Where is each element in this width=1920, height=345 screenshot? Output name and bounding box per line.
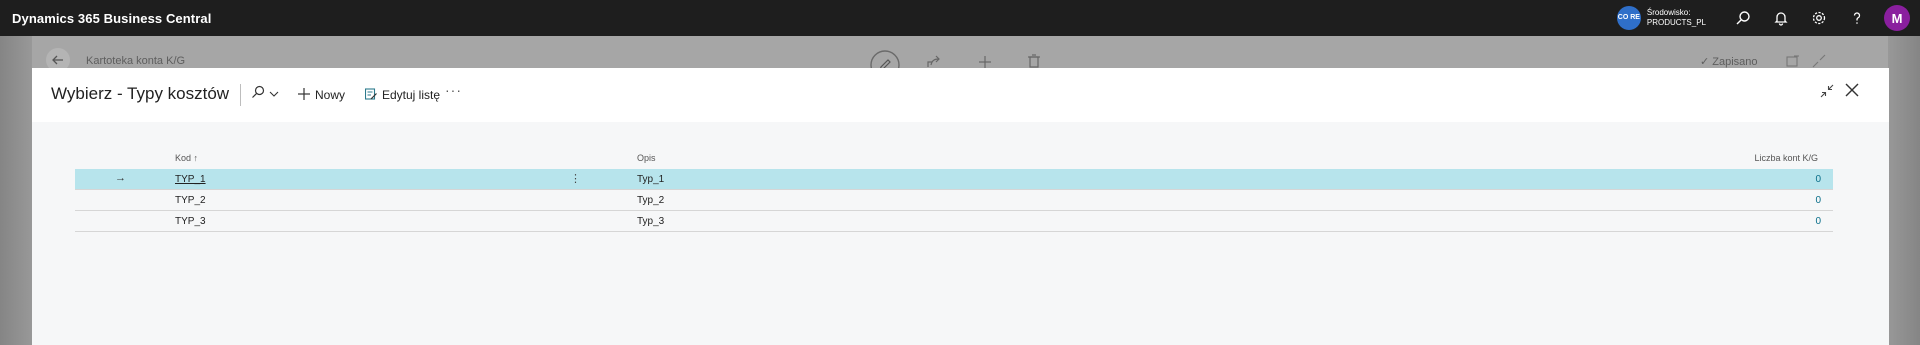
search-button[interactable]	[251, 83, 279, 105]
row-kod[interactable]: TYP_2	[175, 195, 206, 206]
row-opis: Typ_3	[637, 216, 665, 227]
saved-status: ✓ Zapisano	[1700, 55, 1758, 68]
dialog-header: Wybierz - Typy kosztów Nowy Edytuj listę…	[32, 68, 1889, 122]
environment-info[interactable]: Środowisko: PRODUCTS_PL	[1647, 8, 1706, 28]
user-avatar[interactable]: M	[1884, 5, 1910, 31]
environment-label: Środowisko:	[1646, 8, 1691, 17]
column-header-kod[interactable]: Kod ↑	[175, 153, 198, 163]
column-header-count[interactable]: Liczba kont K/G	[1754, 153, 1818, 163]
saved-status-label: Zapisano	[1712, 56, 1758, 68]
current-row-arrow-icon: →	[115, 172, 126, 184]
new-button-label: Nowy	[315, 88, 346, 102]
edit-list-icon	[364, 87, 377, 103]
dialog-title: Wybierz - Typy kosztów	[51, 84, 230, 103]
table-row[interactable]: → TYP_1 ⋮ Typ_1 0	[75, 169, 1833, 190]
row-count-link[interactable]: 0	[1815, 216, 1821, 227]
row-opis: Typ_2	[637, 195, 665, 206]
edit-list-button-label: Edytuj listę	[382, 88, 441, 102]
new-button[interactable]: Nowy	[298, 84, 345, 106]
environment-name: PRODUCTS_PL	[1646, 18, 1706, 27]
background-page-header	[32, 36, 1888, 68]
row-actions-icon[interactable]: ⋮	[570, 172, 581, 185]
search-icon	[251, 85, 265, 104]
lookup-dialog: Wybierz - Typy kosztów Nowy Edytuj listę…	[32, 68, 1889, 345]
column-header-opis[interactable]: Opis	[637, 153, 656, 163]
table-row[interactable]: TYP_3 Typ_3 0	[75, 211, 1833, 232]
search-icon[interactable]	[1724, 0, 1762, 36]
help-icon[interactable]	[1838, 0, 1876, 36]
bell-icon[interactable]	[1762, 0, 1800, 36]
close-icon[interactable]	[1844, 82, 1860, 103]
table-header: Kod ↑ Opis Liczba kont K/G	[75, 149, 1833, 169]
gear-icon[interactable]	[1800, 0, 1838, 36]
chevron-down-icon	[269, 85, 279, 103]
checkmark-icon: ✓	[1700, 56, 1710, 68]
row-kod[interactable]: TYP_3	[175, 216, 206, 227]
row-kod[interactable]: TYP_1	[175, 174, 206, 185]
collapse-icon[interactable]	[1820, 84, 1834, 103]
plus-icon	[298, 87, 310, 103]
more-options-button[interactable]: ···	[445, 82, 462, 98]
app-title[interactable]: Dynamics 365 Business Central	[12, 11, 211, 26]
environment-badge[interactable]: CO RE	[1616, 6, 1641, 30]
table-row[interactable]: TYP_2 Typ_2 0	[75, 190, 1833, 211]
edit-list-button[interactable]: Edytuj listę	[364, 84, 441, 106]
row-opis: Typ_1	[637, 174, 665, 185]
row-count-link[interactable]: 0	[1815, 174, 1821, 185]
cost-types-table: Kod ↑ Opis Liczba kont K/G → TYP_1 ⋮ Typ…	[75, 149, 1833, 232]
app-bar-actions: CO RE Środowisko: PRODUCTS_PL M	[1616, 0, 1920, 36]
app-bar: Dynamics 365 Business Central CO RE Środ…	[0, 0, 1920, 36]
header-divider	[240, 84, 241, 106]
background-page-title: Kartoteka konta K/G	[86, 55, 186, 67]
row-count-link[interactable]: 0	[1815, 195, 1821, 206]
